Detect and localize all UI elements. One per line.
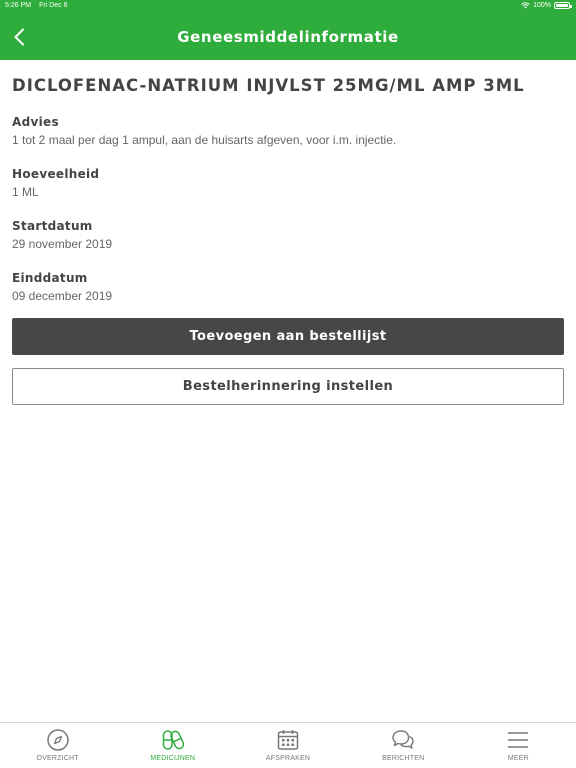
tab-label: AFSPRAKEN xyxy=(265,755,311,762)
battery-percent: 100% xyxy=(533,2,551,9)
set-order-reminder-button[interactable]: Bestelherinnering instellen xyxy=(12,368,564,405)
tab-meer[interactable]: MEER xyxy=(461,723,576,768)
field-startdatum: Startdatum 29 november 2019 xyxy=(12,219,564,251)
tab-label: OVERZICHT xyxy=(36,755,79,762)
tab-label: BERICHTEN xyxy=(382,755,425,762)
field-value: 29 november 2019 xyxy=(12,237,113,251)
tab-label: MEER xyxy=(507,755,529,762)
medication-details: DICLOFENAC-NATRIUM INJVLST 25MG/ML AMP 3… xyxy=(12,76,564,303)
tab-medicijnen[interactable]: MEDICIJNEN xyxy=(115,723,230,768)
status-date: Fri Dec 6 xyxy=(39,2,68,9)
field-advies: Advies 1 tot 2 maal per dag 1 ampul, aan… xyxy=(12,115,564,147)
menu-icon xyxy=(508,732,529,748)
field-label: Advies xyxy=(12,115,59,129)
field-hoeveelheid: Hoeveelheid 1 ML xyxy=(12,167,564,199)
wifi-icon xyxy=(521,2,530,9)
status-bar: 5:26 PM Fri Dec 6 100% xyxy=(0,0,576,12)
pills-icon xyxy=(162,730,185,750)
add-to-order-list-button[interactable]: Toevoegen aan bestellijst xyxy=(12,318,564,355)
bottom-tab-bar: OVERZICHT MEDICIJNEN AFSPRAKEN BERICHTEN… xyxy=(0,722,576,768)
chat-bubbles-icon xyxy=(392,730,414,749)
status-left: 5:26 PM Fri Dec 6 xyxy=(5,2,67,9)
field-value: 1 tot 2 maal per dag 1 ampul, aan de hui… xyxy=(12,133,397,147)
tab-berichten[interactable]: BERICHTEN xyxy=(346,723,461,768)
battery-icon xyxy=(554,2,572,9)
compass-icon xyxy=(46,729,69,751)
status-time: 5:26 PM xyxy=(5,2,32,9)
field-label: Einddatum xyxy=(12,271,88,285)
field-label: Startdatum xyxy=(12,219,93,233)
status-right: 100% xyxy=(521,2,572,9)
field-label: Hoeveelheid xyxy=(12,167,100,181)
field-value: 09 december 2019 xyxy=(12,289,113,303)
field-einddatum: Einddatum 09 december 2019 xyxy=(12,271,564,303)
field-value: 1 ML xyxy=(12,185,39,199)
calendar-icon xyxy=(277,730,299,750)
app-header: 5:26 PM Fri Dec 6 100% Geneesmiddelinfor… xyxy=(0,0,576,60)
page-title: Geneesmiddelinformatie xyxy=(177,28,399,46)
tab-label: MEDICIJNEN xyxy=(150,755,196,762)
tab-afspraken[interactable]: AFSPRAKEN xyxy=(230,723,345,768)
medication-name: DICLOFENAC-NATRIUM INJVLST 25MG/ML AMP 3… xyxy=(12,76,525,95)
tab-overzicht[interactable]: OVERZICHT xyxy=(0,723,115,768)
